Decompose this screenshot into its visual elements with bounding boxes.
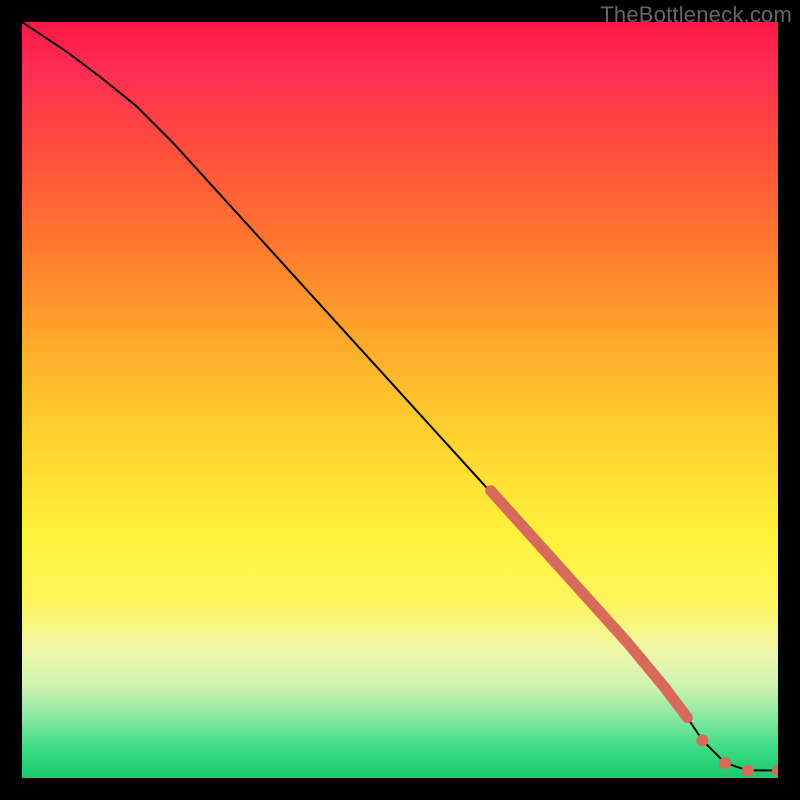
highlight-segment xyxy=(491,491,627,642)
plot-overlay xyxy=(22,22,778,778)
marker-dot xyxy=(719,757,731,769)
highlight-segment xyxy=(665,687,688,717)
highlighted-region xyxy=(491,491,688,718)
highlight-segment xyxy=(627,642,665,687)
plot-area xyxy=(22,22,778,778)
bottleneck-curve xyxy=(22,22,778,770)
sparse-markers xyxy=(696,734,778,776)
marker-dot xyxy=(772,764,778,776)
marker-dot xyxy=(696,734,708,746)
watermark-text: TheBottleneck.com xyxy=(600,2,792,28)
marker-dot xyxy=(742,764,754,776)
chart-frame: TheBottleneck.com xyxy=(0,0,800,800)
